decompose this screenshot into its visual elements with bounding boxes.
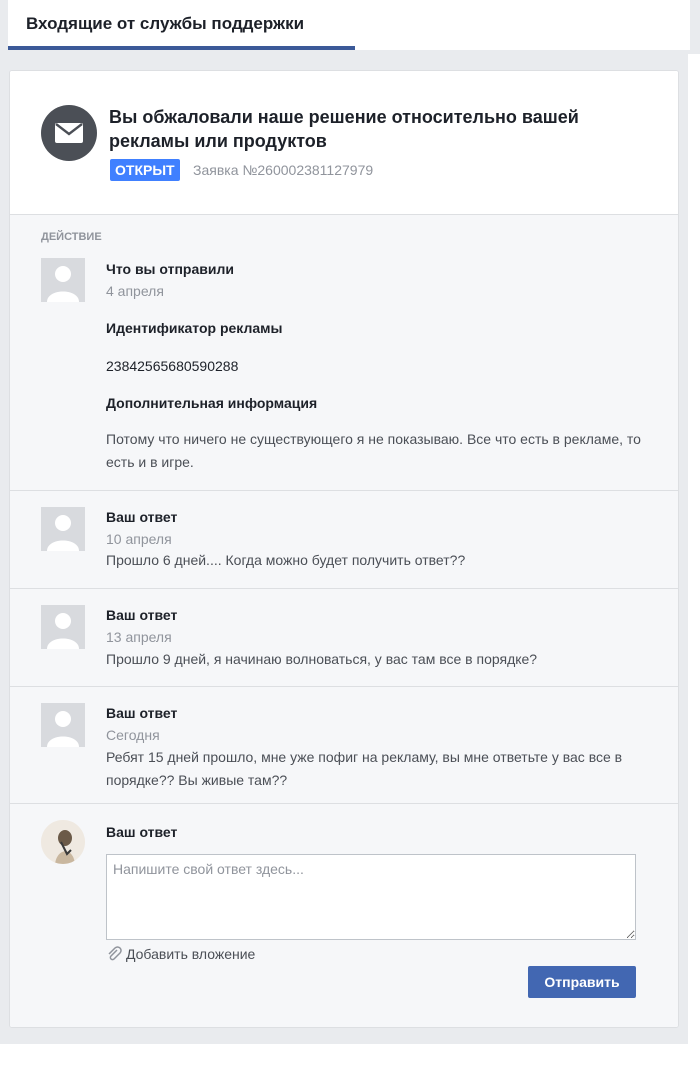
envelope-icon	[41, 105, 97, 161]
message-text: Прошло 9 дней, я начинаю волноваться, у …	[106, 651, 538, 667]
extra-info-text: Потому что ничего не существующего я не …	[106, 431, 641, 470]
message-date: 10 апреля	[106, 531, 172, 547]
reply-composer: Ваш ответ Добавить вложение Отправить	[10, 803, 678, 1027]
ad-id-label: Идентификатор рекламы	[106, 320, 283, 336]
ticket-title: Вы обжаловали наше решение относительно …	[109, 107, 579, 151]
message-date: Сегодня	[106, 727, 160, 743]
tab-support-inbox[interactable]: Входящие от службы поддержки	[8, 0, 690, 50]
message-item: Ваш ответ Сегодня Ребят 15 дней прошло, …	[10, 686, 678, 803]
ticket-body: ДЕЙСТВИЕ Что вы отправили 4 апреля Идент…	[10, 215, 678, 1027]
send-button[interactable]: Отправить	[528, 966, 636, 998]
message-author: Ваш ответ	[106, 509, 178, 525]
ticket-header: Вы обжаловали наше решение относительно …	[10, 71, 678, 215]
ticket-card: Вы обжаловали наше решение относительно …	[9, 70, 679, 1028]
add-attachment-label: Добавить вложение	[126, 946, 256, 962]
ad-id-value: 23842565680590288	[106, 358, 239, 374]
message-author: Что вы отправили	[106, 261, 234, 277]
submission-item: Что вы отправили 4 апреля Идентификатор …	[10, 215, 678, 490]
message-author: Ваш ответ	[106, 607, 178, 623]
tab-label: Входящие от службы поддержки	[26, 14, 305, 33]
ticket-number: Заявка №260002381127979	[193, 162, 374, 178]
reply-heading: Ваш ответ	[106, 824, 178, 840]
default-person-icon	[41, 703, 85, 747]
message-date: 13 апреля	[106, 629, 172, 645]
message-item: Ваш ответ 10 апреля Прошло 6 дней.... Ко…	[10, 490, 678, 588]
message-text: Прошло 6 дней.... Когда можно будет полу…	[106, 552, 466, 568]
user-avatar	[41, 820, 85, 864]
extra-info-label: Дополнительная информация	[106, 395, 318, 411]
message-date: 4 апреля	[106, 283, 164, 299]
message-author: Ваш ответ	[106, 705, 178, 721]
default-person-icon	[41, 605, 85, 649]
add-attachment-link[interactable]: Добавить вложение	[106, 946, 255, 962]
default-person-icon	[41, 258, 85, 302]
message-item: Ваш ответ 13 апреля Прошло 9 дней, я нач…	[10, 588, 678, 686]
status-badge: ОТКРЫТ	[110, 159, 180, 181]
default-person-icon	[41, 507, 85, 551]
paperclip-icon	[108, 946, 122, 961]
top-bar: Входящие от службы поддержки	[0, 0, 700, 54]
reply-input[interactable]	[106, 854, 636, 940]
message-text: Ребят 15 дней прошло, мне уже пофиг на р…	[106, 749, 623, 788]
active-tab-indicator	[8, 46, 355, 50]
